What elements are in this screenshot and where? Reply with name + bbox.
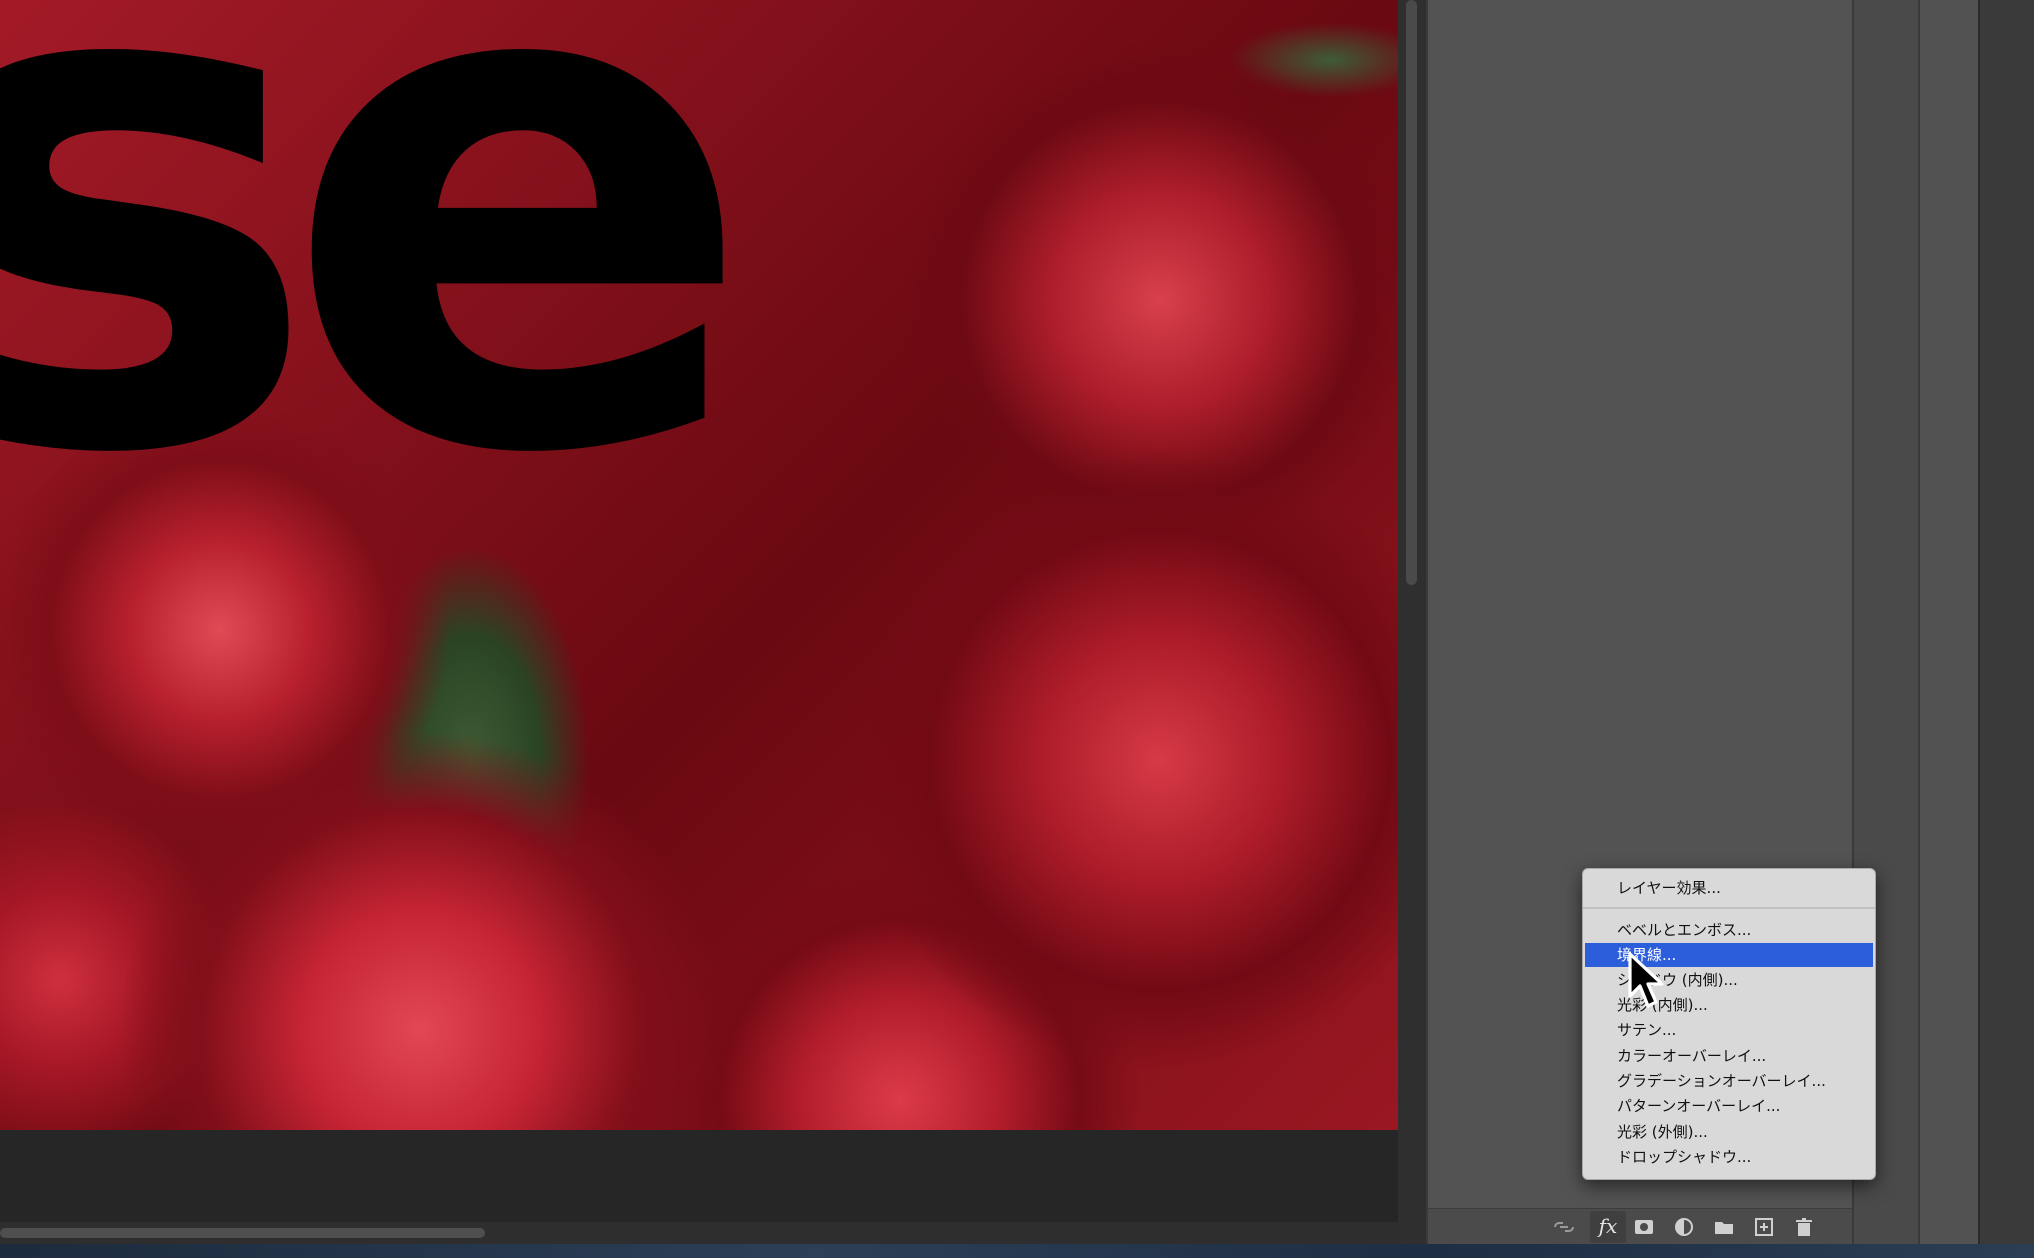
menu-item-outer-glow[interactable]: 光彩 (外側)... bbox=[1585, 1120, 1873, 1144]
new-group-icon[interactable] bbox=[1712, 1215, 1736, 1239]
panel-dock-column bbox=[1918, 0, 1978, 1244]
add-mask-icon[interactable] bbox=[1632, 1215, 1656, 1239]
menu-separator bbox=[1583, 907, 1875, 909]
document-canvas[interactable]: se bbox=[0, 0, 1398, 1130]
menu-item-satin[interactable]: サテン... bbox=[1585, 1018, 1873, 1042]
menu-item-drop-shadow[interactable]: ドロップシャドウ... bbox=[1585, 1145, 1873, 1169]
vertical-scroll-thumb[interactable] bbox=[1406, 0, 1417, 585]
menu-item-color-overlay[interactable]: カラーオーバーレイ... bbox=[1585, 1044, 1873, 1068]
layer-effects-menu: レイヤー効果... ベベルとエンボス... 境界線... シャドウ (内側)..… bbox=[1582, 868, 1876, 1180]
menu-item-bevel-emboss[interactable]: ベベルとエンボス... bbox=[1585, 918, 1873, 942]
adjustment-layer-icon[interactable] bbox=[1672, 1215, 1696, 1239]
fx-icon[interactable]: fx bbox=[1590, 1211, 1626, 1243]
new-layer-icon[interactable] bbox=[1752, 1215, 1776, 1239]
canvas-pasteboard bbox=[0, 1130, 1398, 1222]
desktop-background bbox=[0, 1244, 2034, 1258]
layers-panel-footer: fx bbox=[1428, 1208, 1854, 1245]
horizontal-scroll-thumb[interactable] bbox=[0, 1228, 485, 1238]
mouse-pointer-icon bbox=[1628, 952, 1668, 1010]
panel-dock-column bbox=[1978, 0, 2034, 1244]
vertical-scrollbar[interactable] bbox=[1398, 0, 1426, 1244]
menu-item-gradient-overlay[interactable]: グラデーションオーバーレイ... bbox=[1585, 1069, 1873, 1093]
link-layers-icon[interactable] bbox=[1552, 1215, 1576, 1239]
menu-item-pattern-overlay[interactable]: パターンオーバーレイ... bbox=[1585, 1094, 1873, 1118]
horizontal-scrollbar[interactable] bbox=[0, 1222, 1398, 1244]
menu-item-layer-effects[interactable]: レイヤー効果... bbox=[1585, 876, 1873, 900]
trash-icon[interactable] bbox=[1792, 1215, 1816, 1239]
canvas-text-layer: se bbox=[0, 0, 756, 607]
